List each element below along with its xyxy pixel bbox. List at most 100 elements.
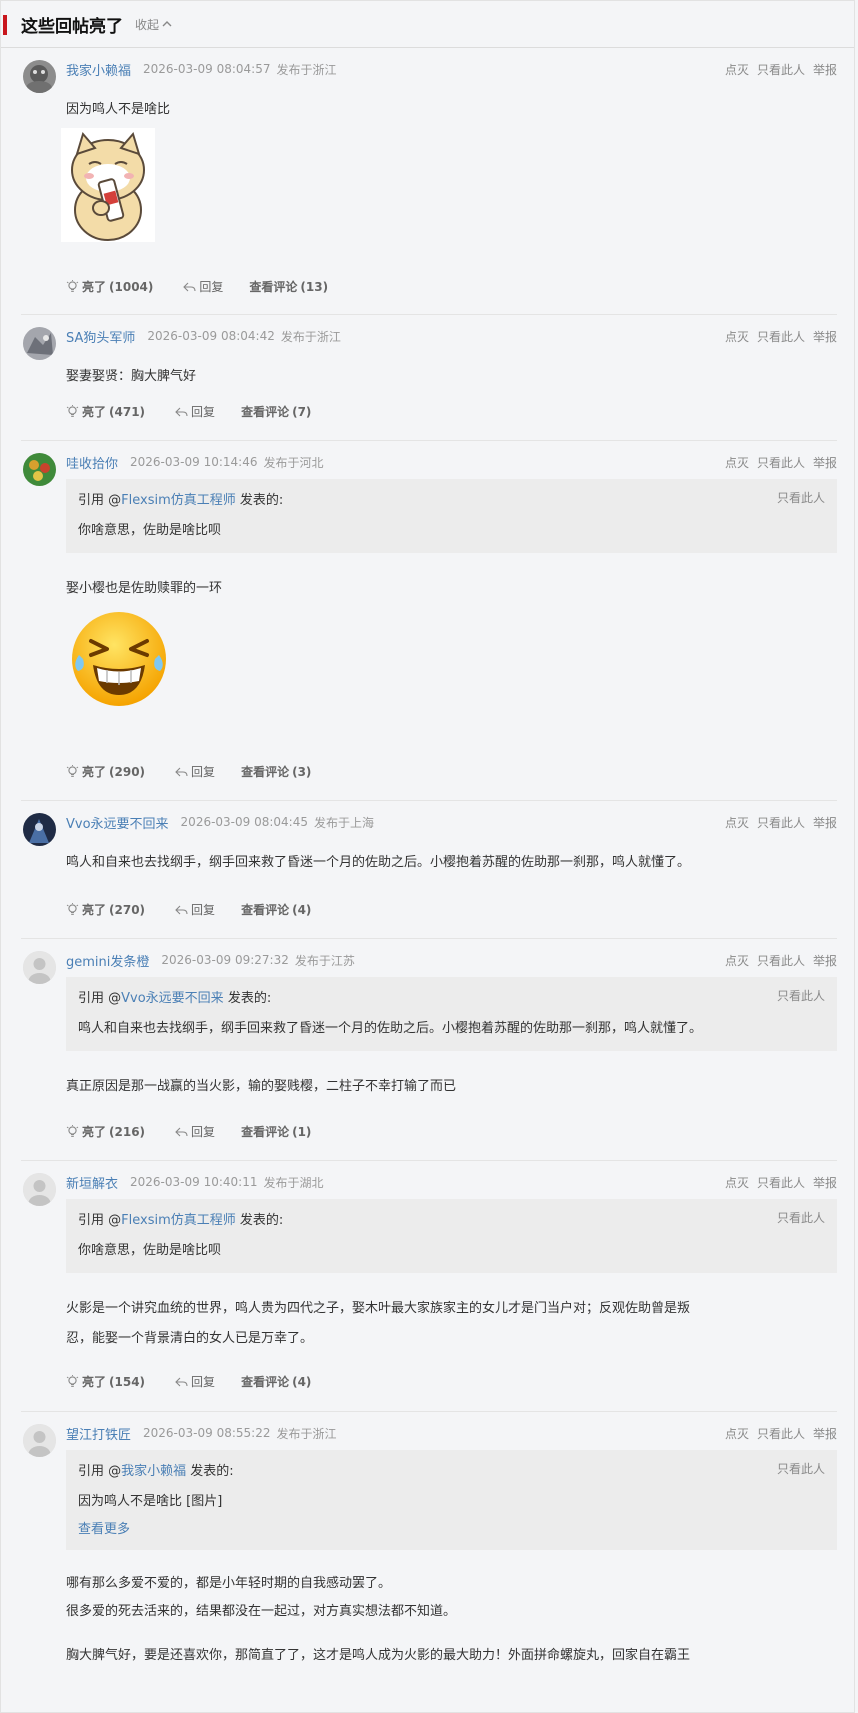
post-location: 发布于湖北 xyxy=(263,1175,324,1190)
post-text-line: 火影是一个讲究血统的世界，鸣人贵为四代之子，娶木叶最大家族家主的女儿才是门当户对… xyxy=(66,1301,691,1316)
post-text-line: 胸大脾气好，要是还喜欢你，那简直了了，这才是鸣人成为火影的最大助力！外面拼命螺旋… xyxy=(66,1648,691,1663)
view-comments-button[interactable]: 查看评论 (7) xyxy=(241,403,311,420)
post-time: 2026-03-09 09:27:32 xyxy=(161,953,289,967)
reply-label: 回复 xyxy=(191,405,216,419)
dim-button[interactable]: 点灭 xyxy=(725,328,749,345)
avatar[interactable] xyxy=(23,1424,56,1457)
dog-sticker-image[interactable] xyxy=(61,128,155,242)
view-comments-button[interactable]: 查看评论 (4) xyxy=(241,901,311,918)
username-link[interactable]: 新垣解衣 xyxy=(66,1173,118,1192)
quoted-reply: 引用 @Flexsim仿真工程师 发表的: 只看此人 你啥意思，佐助是啥比呗 xyxy=(66,1199,837,1273)
quoted-username-link[interactable]: Flexsim仿真工程师 xyxy=(121,493,236,508)
username-link[interactable]: 哇收拾你 xyxy=(66,453,118,472)
light-bulb-icon xyxy=(66,405,79,417)
laughing-emoji-image[interactable] xyxy=(69,609,169,709)
post-time: 2026-03-09 08:55:22 xyxy=(143,1426,271,1440)
quote-only-this-user-button[interactable]: 只看此人 xyxy=(777,489,825,506)
light-label: 亮了 xyxy=(82,1375,107,1389)
hot-replies-panel: 这些回帖亮了 收起 我家小赖福 2026-03-09 08:04:57 发布于浙… xyxy=(0,0,855,1713)
reply-button[interactable]: 回复 xyxy=(175,1123,215,1140)
comments-label: 查看评论 xyxy=(241,1375,290,1389)
quoted-username-link[interactable]: Flexsim仿真工程师 xyxy=(121,1213,236,1228)
reply-button[interactable]: 回复 xyxy=(175,901,215,918)
post-text-line: 忍，能娶一个背景清白的女人已是万幸了。 xyxy=(66,1331,314,1346)
dim-button[interactable]: 点灭 xyxy=(725,1174,749,1191)
avatar[interactable] xyxy=(23,813,56,846)
only-this-user-button[interactable]: 只看此人 xyxy=(757,454,805,471)
light-button[interactable]: 亮了 (216) xyxy=(66,1123,145,1140)
view-comments-button[interactable]: 查看评论 (1) xyxy=(241,1123,311,1140)
avatar[interactable] xyxy=(23,951,56,984)
see-more-link[interactable]: 查看更多 xyxy=(78,1518,130,1537)
only-this-user-button[interactable]: 只看此人 xyxy=(757,1425,805,1442)
only-this-user-button[interactable]: 只看此人 xyxy=(757,1174,805,1191)
chevron-up-icon xyxy=(162,21,172,27)
report-button[interactable]: 举报 xyxy=(813,328,837,345)
only-this-user-button[interactable]: 只看此人 xyxy=(757,328,805,345)
dim-button[interactable]: 点灭 xyxy=(725,61,749,78)
light-count: (471) xyxy=(109,404,146,419)
dim-button[interactable]: 点灭 xyxy=(725,1425,749,1442)
quoted-text: 因为鸣人不是啥比 [图片] xyxy=(78,1494,223,1509)
light-bulb-icon xyxy=(66,765,79,777)
quote-only-this-user-button[interactable]: 只看此人 xyxy=(777,987,825,1004)
reply-icon xyxy=(175,767,188,776)
section-accent-bar xyxy=(3,15,7,35)
avatar[interactable] xyxy=(23,453,56,486)
report-button[interactable]: 举报 xyxy=(813,61,837,78)
quote-only-this-user-button[interactable]: 只看此人 xyxy=(777,1460,825,1477)
post-text-line: 哪有那么多爱不爱的，都是小年轻时期的自我感动罢了。 xyxy=(66,1576,392,1591)
avatar[interactable] xyxy=(23,60,56,93)
view-comments-button[interactable]: 查看评论 (3) xyxy=(241,763,311,780)
post-time: 2026-03-09 08:04:42 xyxy=(147,329,275,343)
collapse-button[interactable]: 收起 xyxy=(135,16,172,33)
dim-button[interactable]: 点灭 xyxy=(725,454,749,471)
post-text: 真正原因是那一战赢的当火影，输的娶贱樱，二柱子不幸打输了而已 xyxy=(66,1079,457,1094)
quoted-reply: 引用 @Vvo永远要不回来 发表的: 只看此人 鸣人和自来也去找纲手，纲手回来救… xyxy=(66,977,837,1051)
light-button[interactable]: 亮了 (270) xyxy=(66,901,145,918)
light-button[interactable]: 亮了 (290) xyxy=(66,763,145,780)
light-label: 亮了 xyxy=(82,765,107,779)
report-button[interactable]: 举报 xyxy=(813,952,837,969)
quoted-username-link[interactable]: Vvo永远要不回来 xyxy=(121,991,224,1006)
quoted-username-link[interactable]: 我家小赖福 xyxy=(121,1464,186,1479)
username-link[interactable]: Vvo永远要不回来 xyxy=(66,813,169,832)
only-this-user-button[interactable]: 只看此人 xyxy=(757,61,805,78)
report-button[interactable]: 举报 xyxy=(813,814,837,831)
reply-button[interactable]: 回复 xyxy=(183,278,223,295)
comments-label: 查看评论 xyxy=(241,1125,290,1139)
report-button[interactable]: 举报 xyxy=(813,1174,837,1191)
reply-post: 哇收拾你 2026-03-09 10:14:46 发布于河北 点灭 只看此人 举… xyxy=(21,441,837,801)
username-link[interactable]: SA狗头军师 xyxy=(66,327,135,346)
reply-label: 回复 xyxy=(191,1375,216,1389)
light-button[interactable]: 亮了 (471) xyxy=(66,403,145,420)
username-link[interactable]: 我家小赖福 xyxy=(66,60,131,79)
light-label: 亮了 xyxy=(82,903,107,917)
username-link[interactable]: gemini发条橙 xyxy=(66,951,149,970)
light-button[interactable]: 亮了 (1004) xyxy=(66,278,153,295)
reply-label: 回复 xyxy=(191,1125,216,1139)
only-this-user-button[interactable]: 只看此人 xyxy=(757,952,805,969)
light-button[interactable]: 亮了 (154) xyxy=(66,1373,145,1390)
quote-only-this-user-button[interactable]: 只看此人 xyxy=(777,1209,825,1226)
reply-button[interactable]: 回复 xyxy=(175,763,215,780)
dim-button[interactable]: 点灭 xyxy=(725,814,749,831)
avatar[interactable] xyxy=(23,327,56,360)
post-time: 2026-03-09 10:14:46 xyxy=(130,455,258,469)
only-this-user-button[interactable]: 只看此人 xyxy=(757,814,805,831)
dim-button[interactable]: 点灭 xyxy=(725,952,749,969)
view-comments-button[interactable]: 查看评论 (13) xyxy=(249,278,328,295)
post-text: 因为鸣人不是啥比 xyxy=(66,102,171,117)
report-button[interactable]: 举报 xyxy=(813,454,837,471)
light-bulb-icon xyxy=(66,1125,79,1137)
reply-button[interactable]: 回复 xyxy=(175,403,215,420)
report-button[interactable]: 举报 xyxy=(813,1425,837,1442)
view-comments-button[interactable]: 查看评论 (4) xyxy=(241,1373,311,1390)
reply-icon xyxy=(175,407,188,416)
reply-icon xyxy=(175,1377,188,1386)
reply-button[interactable]: 回复 xyxy=(175,1373,215,1390)
avatar[interactable] xyxy=(23,1173,56,1206)
username-link[interactable]: 望江打铁匠 xyxy=(66,1424,131,1443)
post-text: 娶妻娶贤：胸大脾气好 xyxy=(66,369,197,384)
comments-count: (3) xyxy=(292,764,312,779)
